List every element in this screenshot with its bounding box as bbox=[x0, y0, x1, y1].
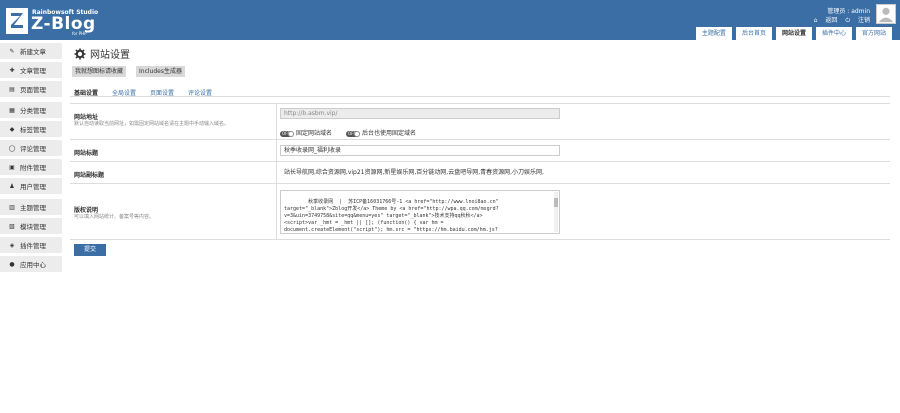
fixed-domain-label: 固定网站域名 bbox=[296, 130, 333, 137]
copyright-text: 秋季收录网 | 苏ICP备16031766号-1 <a href="http:/… bbox=[284, 199, 499, 233]
admin-fixed-domain-label: 后台也使用固定域名 bbox=[362, 130, 417, 137]
sidebar-item-label: 附件管理 bbox=[20, 164, 46, 172]
settings-table: 网站地址 默认自动读取当前网址，如需固定网站域名请在主题中手动输入域名。 htt… bbox=[70, 103, 890, 240]
folder-icon: ▦ bbox=[9, 106, 15, 114]
sidebar-item-label: 文章管理 bbox=[20, 67, 46, 75]
sidebar-item-label: 主题管理 bbox=[20, 204, 46, 212]
sidebar-item[interactable]: ✚ 文章管理 bbox=[0, 62, 62, 78]
comment-icon: ◯ bbox=[8, 144, 16, 152]
sidebar-item-label: 应用中心 bbox=[20, 261, 46, 269]
sidebar-item-label: 标签管理 bbox=[20, 126, 46, 134]
sidebar-item-label: 用户管理 bbox=[20, 183, 46, 191]
sidebar-item[interactable]: ♟ 用户管理 bbox=[0, 178, 62, 194]
sidebar-item[interactable]: ▥ 主题管理 bbox=[0, 199, 62, 215]
page-icon: ▤ bbox=[9, 85, 15, 93]
sidebar-item[interactable]: ● 应用中心 bbox=[0, 256, 62, 272]
top-nav-item[interactable]: 后台首页 bbox=[735, 27, 772, 40]
site-subtitle-input[interactable]: 站长导航网,综合资源网,vip21资源网,新星娱乐网,百分链动网,云盘吧导网,青… bbox=[280, 167, 890, 178]
sidebar-item[interactable]: ▣ 附件管理 bbox=[0, 159, 62, 175]
includes-generator-button[interactable]: Includes生成器 bbox=[136, 66, 185, 77]
avatar[interactable] bbox=[876, 4, 896, 24]
user-links: ⌂ 返回 ⏻ 注销 bbox=[808, 15, 870, 25]
top-nav-item[interactable]: 官方网站 bbox=[855, 27, 892, 40]
submit-button[interactable]: 提交 bbox=[74, 244, 106, 256]
site-name-input[interactable]: 秋季收录网_福利收录 bbox=[280, 145, 560, 156]
sidebar-item-label: 模块管理 bbox=[20, 223, 46, 231]
pin-icon: ✚ bbox=[9, 66, 15, 74]
row-copyright: 版权说明 可以填入网站统计、备案号等内容。 秋季收录网 | 苏ICP备16031… bbox=[70, 184, 890, 240]
z-logo-icon bbox=[11, 13, 23, 28]
copyright-desc: 可以填入网站统计、备案号等内容。 bbox=[74, 214, 155, 220]
user-info: 管理员 : admin bbox=[827, 8, 870, 15]
row-site-subtitle: 网站副标题 站长导航网,综合资源网,vip21资源网,新星娱乐网,百分链动网,云… bbox=[70, 162, 890, 184]
sidebar-item[interactable]: ▤ 页面管理 bbox=[0, 81, 62, 97]
page-title-text: 网站设置 bbox=[90, 50, 130, 61]
site-url-input[interactable]: http://b.asbm.vip/ bbox=[280, 108, 560, 119]
app-icon: ● bbox=[9, 260, 15, 268]
top-nav-item[interactable]: 网站设置 bbox=[775, 27, 812, 40]
sidebar-item[interactable]: ▦ 分类管理 bbox=[0, 102, 62, 118]
top-nav-item[interactable]: 插件中心 bbox=[815, 27, 852, 40]
theme-icon: ▥ bbox=[9, 203, 15, 211]
plugin-icon: ◈ bbox=[9, 241, 15, 249]
tag-icon: ◆ bbox=[9, 125, 15, 133]
sidebar-item-label: 新建文章 bbox=[20, 48, 46, 56]
sidebar-item[interactable]: ✎ 新建文章 bbox=[0, 43, 62, 59]
pencil-icon: ✎ bbox=[9, 47, 15, 55]
sidebar-item-label: 评论管理 bbox=[20, 145, 46, 153]
toggle-switch: OFF bbox=[280, 130, 294, 137]
sidebar-item-label: 插件管理 bbox=[20, 242, 46, 250]
top-nav-item[interactable]: 主题配置 bbox=[695, 27, 732, 40]
sidebar-item-label: 分类管理 bbox=[20, 107, 46, 115]
favorite-icons-button[interactable]: 我就想图标请收藏 bbox=[72, 66, 127, 77]
sidebar: ✎ 新建文章 ✚ 文章管理 ▤ 页面管理 ▦ 分类管理 ◆ 标签管理 ◯ 评论管理 ▣ 附件管理 ♟ 用户管理… bbox=[0, 40, 62, 413]
return-link[interactable]: ⌂ 返回 bbox=[814, 17, 838, 24]
toggle-switch: OFF bbox=[346, 130, 360, 137]
row-site-url: 网站地址 默认自动读取当前网址，如需固定网站域名请在主题中手动输入域名。 htt… bbox=[70, 104, 890, 140]
logout-label: 注销 bbox=[857, 17, 870, 24]
top-nav: 主题配置 后台首页 网站设置 插件中心 官方网站 bbox=[692, 27, 892, 40]
sidebar-item[interactable]: ◯ 评论管理 bbox=[0, 140, 62, 156]
fixed-domain-toggle[interactable]: OFF 固定网站域名 bbox=[280, 128, 332, 137]
attachment-icon: ▣ bbox=[9, 163, 15, 171]
admin-fixed-domain-toggle[interactable]: OFF 后台也使用固定域名 bbox=[346, 128, 416, 137]
brand-platform: for PHP bbox=[72, 31, 87, 36]
sidebar-item[interactable]: ◆ 标签管理 bbox=[0, 121, 62, 137]
user-avatar-icon bbox=[878, 7, 894, 23]
user-icon: ♟ bbox=[9, 182, 15, 190]
zblog-logo[interactable] bbox=[6, 8, 28, 34]
main-content: 网站设置 我就想图标请收藏 Includes生成器 基础设置 全局设置 页面设置 评论… bbox=[70, 40, 900, 413]
sidebar-item[interactable]: ▧ 模块管理 bbox=[0, 218, 62, 234]
page-title: 网站设置 bbox=[74, 46, 130, 61]
copyright-textarea[interactable]: 秋季收录网 | 苏ICP备16031766号-1 <a href="http:/… bbox=[280, 190, 560, 234]
sidebar-item-label: 页面管理 bbox=[20, 86, 46, 94]
logout-link[interactable]: ⏻ 注销 bbox=[845, 17, 870, 24]
gear-icon bbox=[74, 48, 86, 59]
sidebar-item[interactable]: ◈ 插件管理 bbox=[0, 237, 62, 253]
site-name-label: 网站标题 bbox=[74, 150, 99, 157]
row-site-name: 网站标题 秋季收录网_福利收录 bbox=[70, 140, 890, 162]
module-icon: ▧ bbox=[9, 222, 15, 230]
site-url-desc: 默认自动读取当前网址，如需固定网站域名请在主题中手动输入域名。 bbox=[74, 121, 230, 127]
return-label: 返回 bbox=[825, 17, 838, 24]
textarea-scrollbar[interactable] bbox=[554, 192, 558, 232]
top-header: Rainbowsoft Studio Z-Blog for PHP 管理员 : … bbox=[0, 0, 900, 40]
tab-divider bbox=[70, 96, 890, 97]
site-subtitle-label: 网站副标题 bbox=[74, 172, 105, 179]
